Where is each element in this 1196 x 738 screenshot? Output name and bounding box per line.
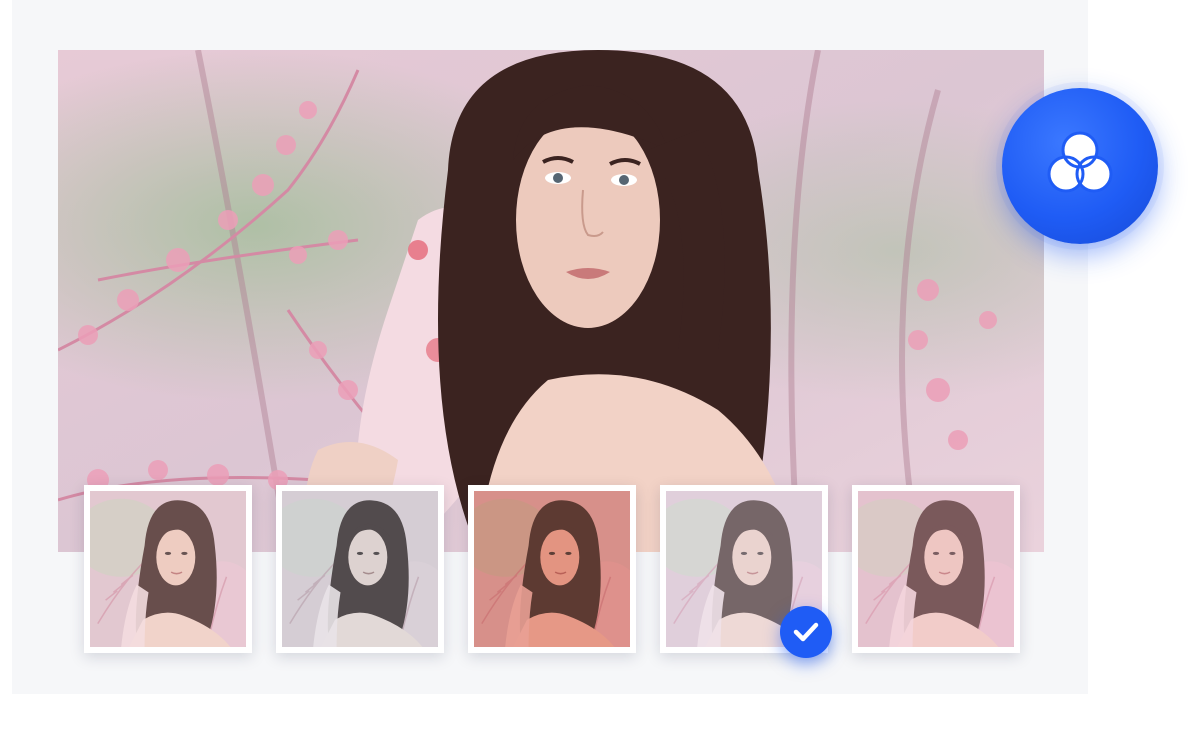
stage bbox=[0, 0, 1196, 738]
hero-photo-image bbox=[58, 50, 1044, 552]
thumbnail-image bbox=[90, 491, 246, 647]
filter-thumbnail-pink-fade[interactable] bbox=[852, 485, 1020, 653]
filter-thumbnail-original[interactable] bbox=[84, 485, 252, 653]
thumbnail-image bbox=[858, 491, 1014, 647]
selected-badge bbox=[780, 606, 832, 658]
thumbnail-image bbox=[474, 491, 630, 647]
hero-photo bbox=[58, 50, 1044, 552]
filter-thumbnail-mono-cool[interactable] bbox=[276, 485, 444, 653]
checkmark-icon bbox=[793, 622, 819, 642]
filter-button[interactable] bbox=[1002, 88, 1158, 244]
filter-thumbnail-red-warm[interactable] bbox=[468, 485, 636, 653]
color-filter-icon bbox=[1047, 131, 1113, 193]
filter-thumbnail-strip bbox=[84, 485, 1020, 655]
thumbnail-image bbox=[282, 491, 438, 647]
